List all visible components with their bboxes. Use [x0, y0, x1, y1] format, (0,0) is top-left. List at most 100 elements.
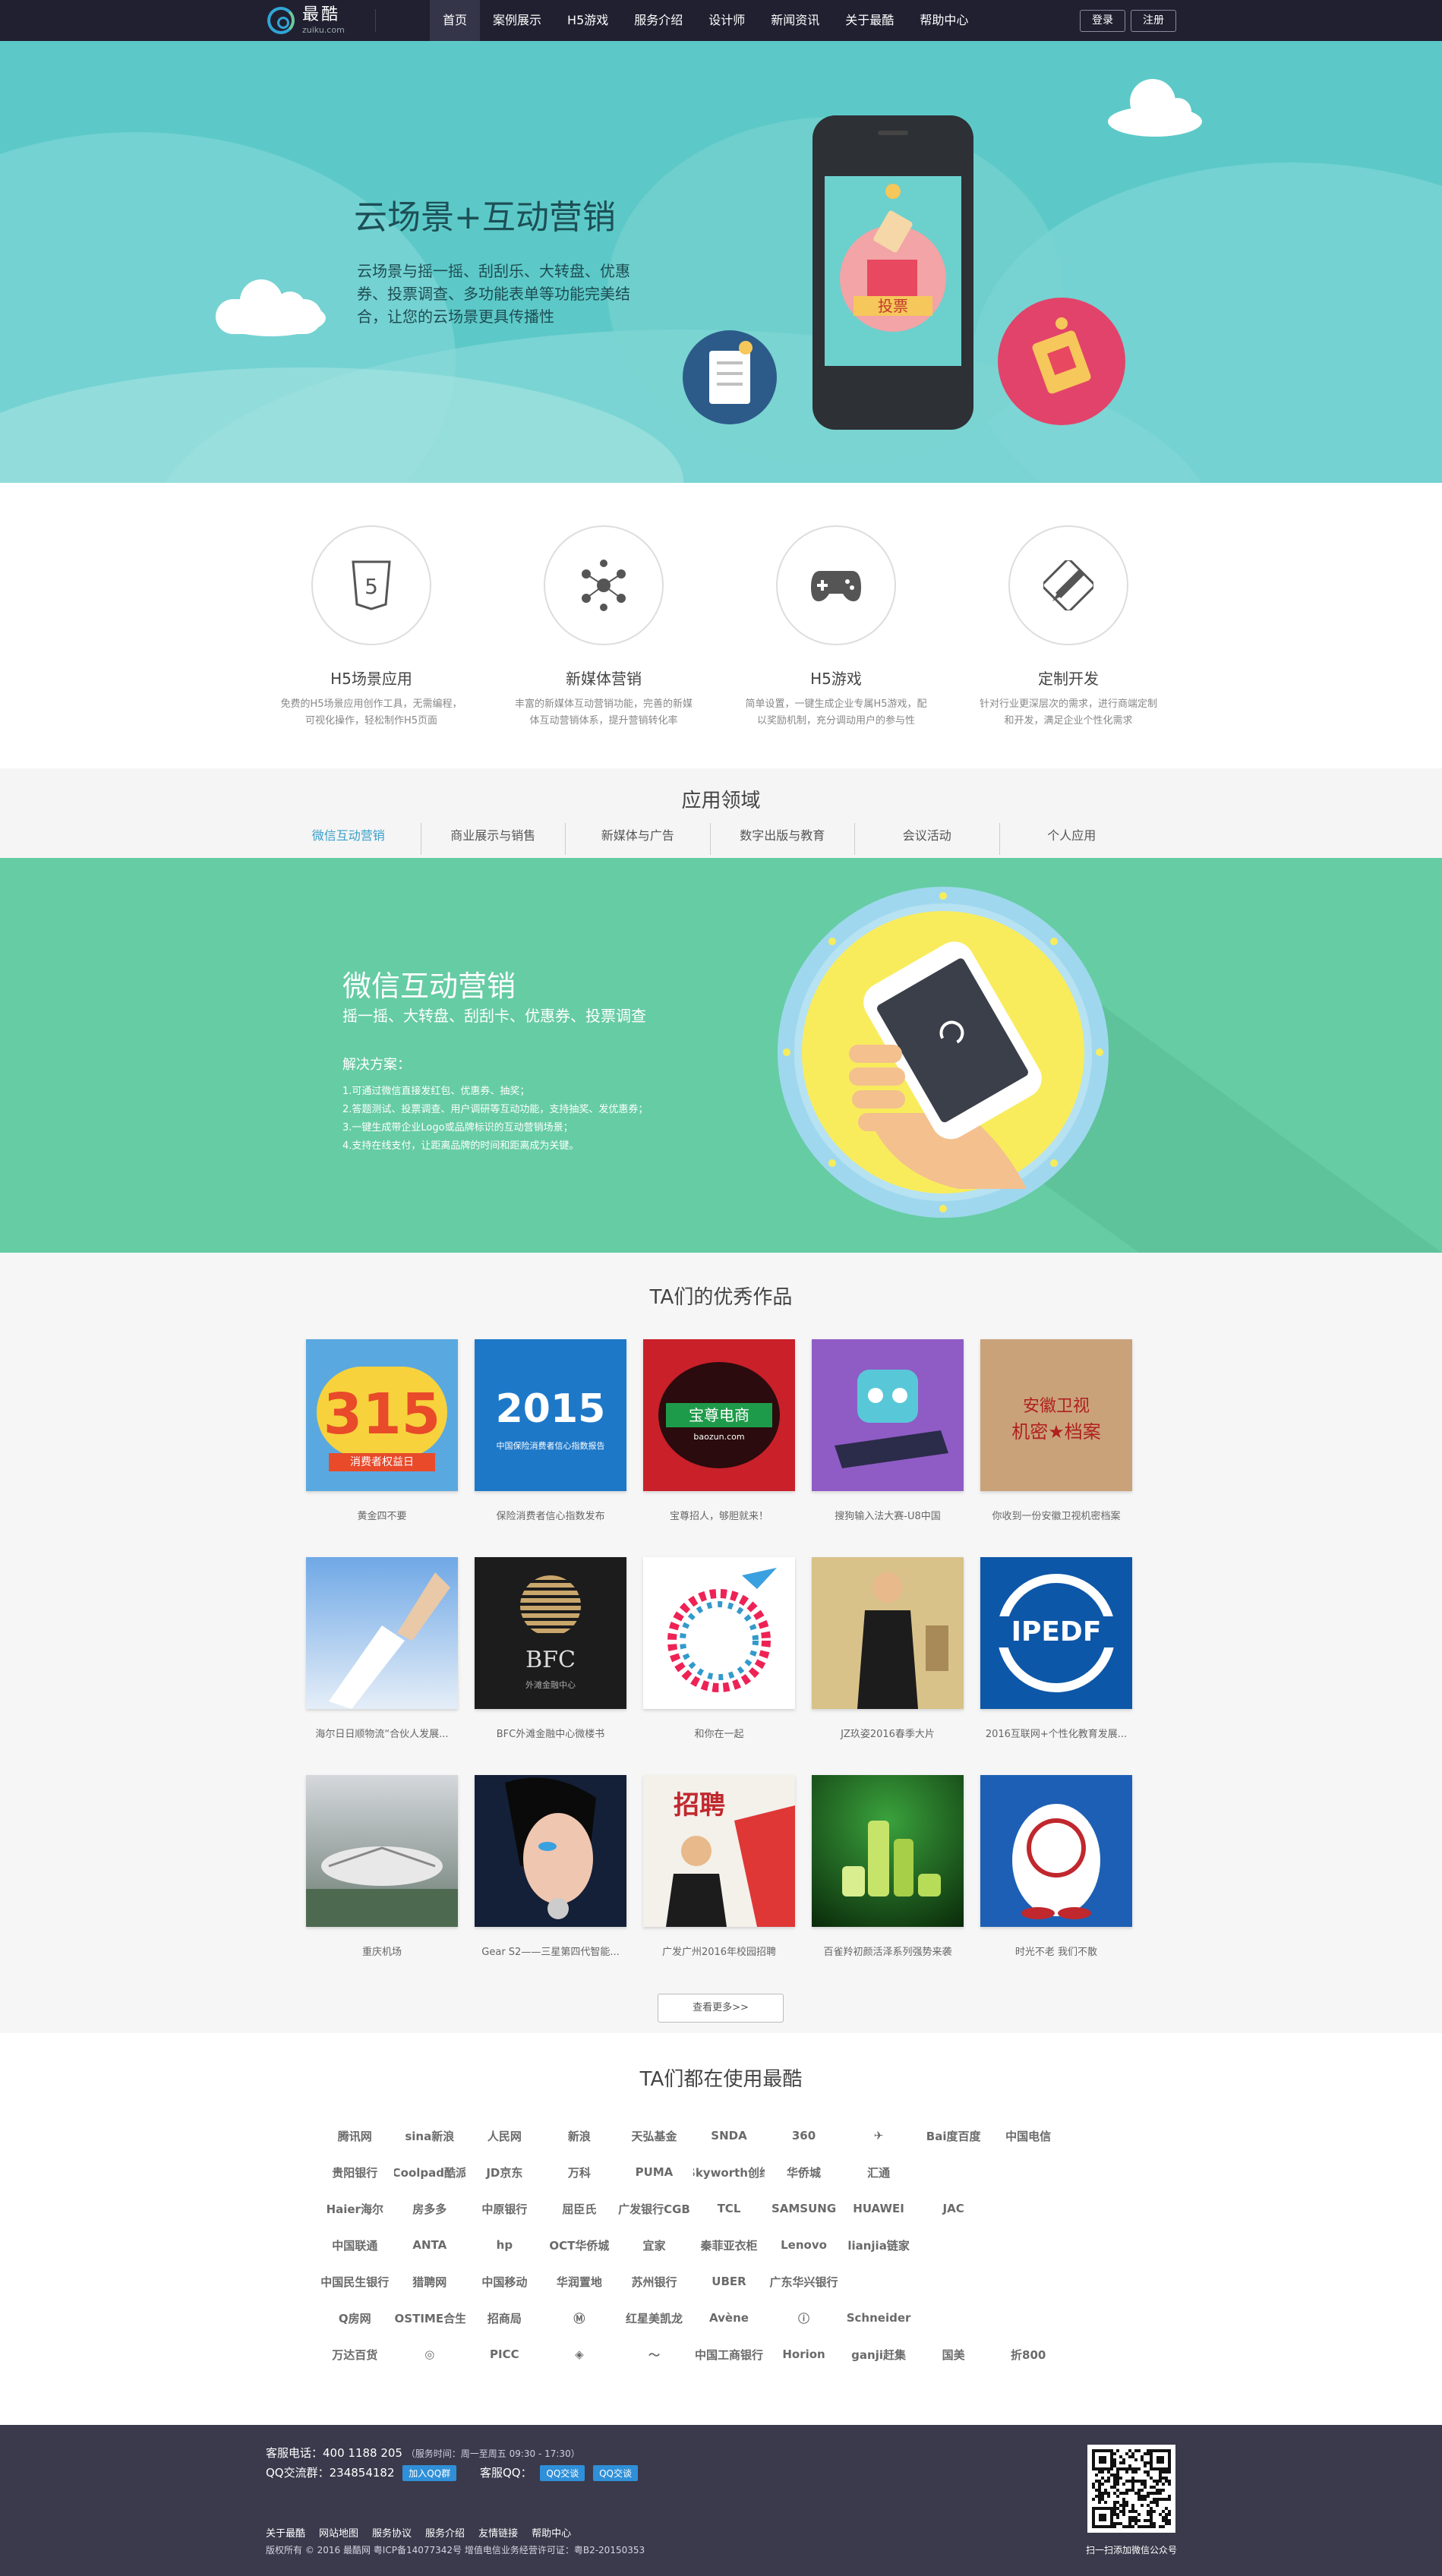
client-logo: 天弘基金 [631, 2129, 677, 2143]
client-logo-grid: 腾讯网 sina新浪 人民网 新浪 天弘基金 SNDA 360 ✈ Bai度百度 中国电信 贵阳银行… [319, 2123, 1139, 2367]
tab-business-display[interactable]: 商业展示与销售 [421, 823, 566, 855]
client-logo: HUAWEI [853, 2202, 904, 2215]
footer-link-about[interactable]: 关于最酷 [266, 2525, 305, 2540]
footer-link-friends[interactable]: 友情链接 [478, 2525, 518, 2540]
feature-new-media[interactable]: 新媒体营销 丰富的新媒体互动营销功能，完善的新媒体互动营销体系，提升营销转化率 [490, 525, 718, 730]
client-logo: Haier海尔 [326, 2202, 383, 2216]
fashion-model-photo [857, 1572, 948, 1709]
wechat-qr-code [1087, 2445, 1175, 2533]
thumb-2015-subtitle: 中国保险消费者信心指数报告 [496, 1441, 605, 1451]
client-logo: Avène [709, 2311, 749, 2325]
network-icon [582, 560, 626, 611]
tab-digital-publishing[interactable]: 数字出版与教育 [711, 823, 855, 855]
client-logo: 折800 [1011, 2347, 1046, 2362]
works-section: TA们的优秀作品 315 消费者权益日 黄金四不要 2015 中国保险消费者信心… [0, 1253, 1442, 2033]
work-caption: 宝尊招人，够胆就来！ [669, 1511, 768, 1522]
qq-chat-button[interactable]: QQ交谈 [540, 2465, 585, 2481]
html5-icon: 5 [352, 560, 391, 610]
client-logo [1067, 2305, 1139, 2331]
work-card[interactable]: 时光不老 我们不散 [980, 1775, 1132, 1958]
client-logo: Q房网 [338, 2311, 371, 2325]
feature-h5-game[interactable]: H5游戏 简单设置，一键生成企业专属H5游戏，配以奖励机制，充分调动用户的参与性 [722, 525, 950, 730]
tab-conference[interactable]: 会议活动 [855, 823, 1000, 855]
work-thumbnail [812, 1557, 964, 1709]
nav-item-help[interactable]: 帮助中心 [907, 0, 981, 41]
client-logo: TCL [717, 2202, 741, 2215]
solution-item: 4.支持在线支付，让距离品牌的时间和距离成为关键。 [342, 1140, 579, 1152]
nav-item-cases[interactable]: 案例展示 [480, 0, 554, 41]
thumb-315-label: 消费者权益日 [329, 1453, 435, 1471]
gear-s2-photo [505, 1777, 596, 1919]
hero-title: 云场景+互动营销 [354, 198, 616, 237]
client-logo: 秦菲亚衣柜 [700, 2238, 758, 2253]
footer-link-help[interactable]: 帮助中心 [532, 2525, 571, 2540]
work-thumbnail: IPEDF [980, 1557, 1132, 1709]
nav-item-designers[interactable]: 设计师 [696, 0, 758, 41]
work-caption: 广发广州2016年校园招聘 [661, 1947, 777, 1958]
wechat-marketing-panel: 微信互动营销 摇一摇、大转盘、刮刮卡、优惠券、投票调查 解决方案： 1.可通过微… [0, 858, 1442, 1253]
nav-item-news[interactable]: 新闻资讯 [758, 0, 832, 41]
work-card[interactable]: 海尔日日顺物流“合伙人发展... [306, 1557, 458, 1740]
pencil-ruler-icon [1043, 560, 1093, 610]
work-card[interactable]: 重庆机场 [306, 1775, 458, 1958]
work-card[interactable]: BFC 外滩金融中心 BFC外滩金融中心微楼书 [475, 1557, 626, 1740]
feature-title: 定制开发 [1038, 670, 1099, 688]
work-card[interactable]: Gear S2——三星第四代智能... [475, 1775, 626, 1958]
login-button[interactable]: 登录 [1080, 10, 1125, 32]
work-card[interactable]: 百雀羚初颜活泽系列强势来袭 [812, 1775, 964, 1958]
thumb-ahtv-line2: 机密★档案 [1011, 1421, 1101, 1442]
client-logo: Horion [782, 2347, 825, 2361]
features-section: 5 H5场景应用 免费的H5场景应用创作工具，无需编程，可视化操作，轻松制作H5… [0, 483, 1442, 768]
site-logo[interactable]: 最酷 zuiku.com [267, 6, 345, 35]
work-card[interactable]: 宝尊电商 baozun.com 宝尊招人，够胆就来！ [643, 1339, 795, 1522]
work-caption: 你收到一份安徽卫视机密档案 [992, 1511, 1121, 1522]
tab-new-media-ads[interactable]: 新媒体与广告 [566, 823, 711, 855]
footer-link-sitemap[interactable]: 网站地图 [319, 2525, 358, 2540]
client-logo: 中原银行 [481, 2202, 528, 2216]
nav-item-about[interactable]: 关于最酷 [832, 0, 907, 41]
client-logo: SAMSUNG [771, 2202, 837, 2215]
work-card[interactable]: 2015 中国保险消费者信心指数报告 保险消费者信心指数发布 [475, 1339, 626, 1522]
footer-link-services[interactable]: 服务介绍 [425, 2525, 465, 2540]
nav-item-home[interactable]: 首页 [430, 0, 481, 41]
join-qq-group-button[interactable]: 加入QQ群 [402, 2465, 457, 2481]
gamepad-icon [811, 571, 861, 601]
work-card[interactable]: IPEDF 2016互联网+个性化教育发展... [980, 1557, 1132, 1740]
nav-item-h5-games[interactable]: H5游戏 [554, 0, 621, 41]
nav-item-services[interactable]: 服务介绍 [621, 0, 696, 41]
qq-chat-button[interactable]: QQ交谈 [593, 2465, 638, 2481]
work-caption: 搜狗输入法大赛-U8中国 [835, 1511, 941, 1522]
client-logo [992, 2232, 1065, 2258]
work-card[interactable]: 和你在一起 [643, 1557, 795, 1740]
clients-section: TA们都在使用最酷 腾讯网 sina新浪 人民网 新浪 天弘基金 SNDA 360 ✈ Bai度… [0, 2033, 1442, 2425]
work-thumbnail: 2015 中国保险消费者信心指数报告 [475, 1339, 626, 1491]
client-logo: 新浪 [567, 2129, 591, 2143]
register-button[interactable]: 注册 [1131, 10, 1176, 32]
tab-wechat-marketing[interactable]: 微信互动营销 [276, 823, 421, 855]
work-thumbnail: 招聘 [643, 1775, 795, 1927]
work-thumbnail: 315 消费者权益日 [306, 1339, 458, 1491]
client-logo: Coolpad酷派 [393, 2165, 466, 2180]
work-caption: 2016互联网+个性化教育发展... [985, 1729, 1128, 1740]
footer-links: 关于最酷 网站地图 服务协议 服务介绍 友情链接 帮助中心 [266, 2525, 571, 2540]
feature-custom-dev[interactable]: 定制开发 针对行业更深层次的需求，进行商端定制和开发，满足企业个性化需求 [954, 525, 1182, 730]
work-card[interactable]: 315 消费者权益日 黄金四不要 [306, 1339, 458, 1522]
work-card[interactable]: JZ玖姿2016春季大片 [812, 1557, 964, 1740]
client-logo: Skyworth创维 [693, 2165, 765, 2180]
client-logo: 广发银行CGB [618, 2202, 690, 2216]
feature-description: 丰富的新媒体互动营销功能，完善的新媒体互动营销体系，提升营销转化率 [514, 698, 693, 727]
tab-personal[interactable]: 个人应用 [1000, 823, 1144, 855]
work-card[interactable]: 搜狗输入法大赛-U8中国 [812, 1339, 964, 1522]
work-card[interactable]: 招聘 广发广州2016年校园招聘 [643, 1775, 795, 1958]
survey-icon [683, 330, 777, 424]
view-more-button[interactable]: 查看更多>> [658, 1994, 784, 2023]
client-logo: 中国联通 [332, 2238, 378, 2253]
thumb-baozun-label: 宝尊电商 [666, 1403, 772, 1427]
client-logo: 万科 [567, 2165, 591, 2180]
footer-link-agreement[interactable]: 服务协议 [372, 2525, 412, 2540]
work-card[interactable]: 安徽卫视 机密★档案 你收到一份安徽卫视机密档案 [980, 1339, 1132, 1522]
feature-h5-scene[interactable]: 5 H5场景应用 免费的H5场景应用创作工具，无需编程，可视化操作，轻松制作H5… [257, 525, 485, 730]
application-areas: 应用领域 微信互动营销 商业展示与销售 新媒体与广告 数字出版与教育 会议活动 … [0, 768, 1442, 858]
service-phone: 客服电话：400 1188 205 [266, 2446, 402, 2460]
client-logo: 汇通 [867, 2165, 891, 2180]
